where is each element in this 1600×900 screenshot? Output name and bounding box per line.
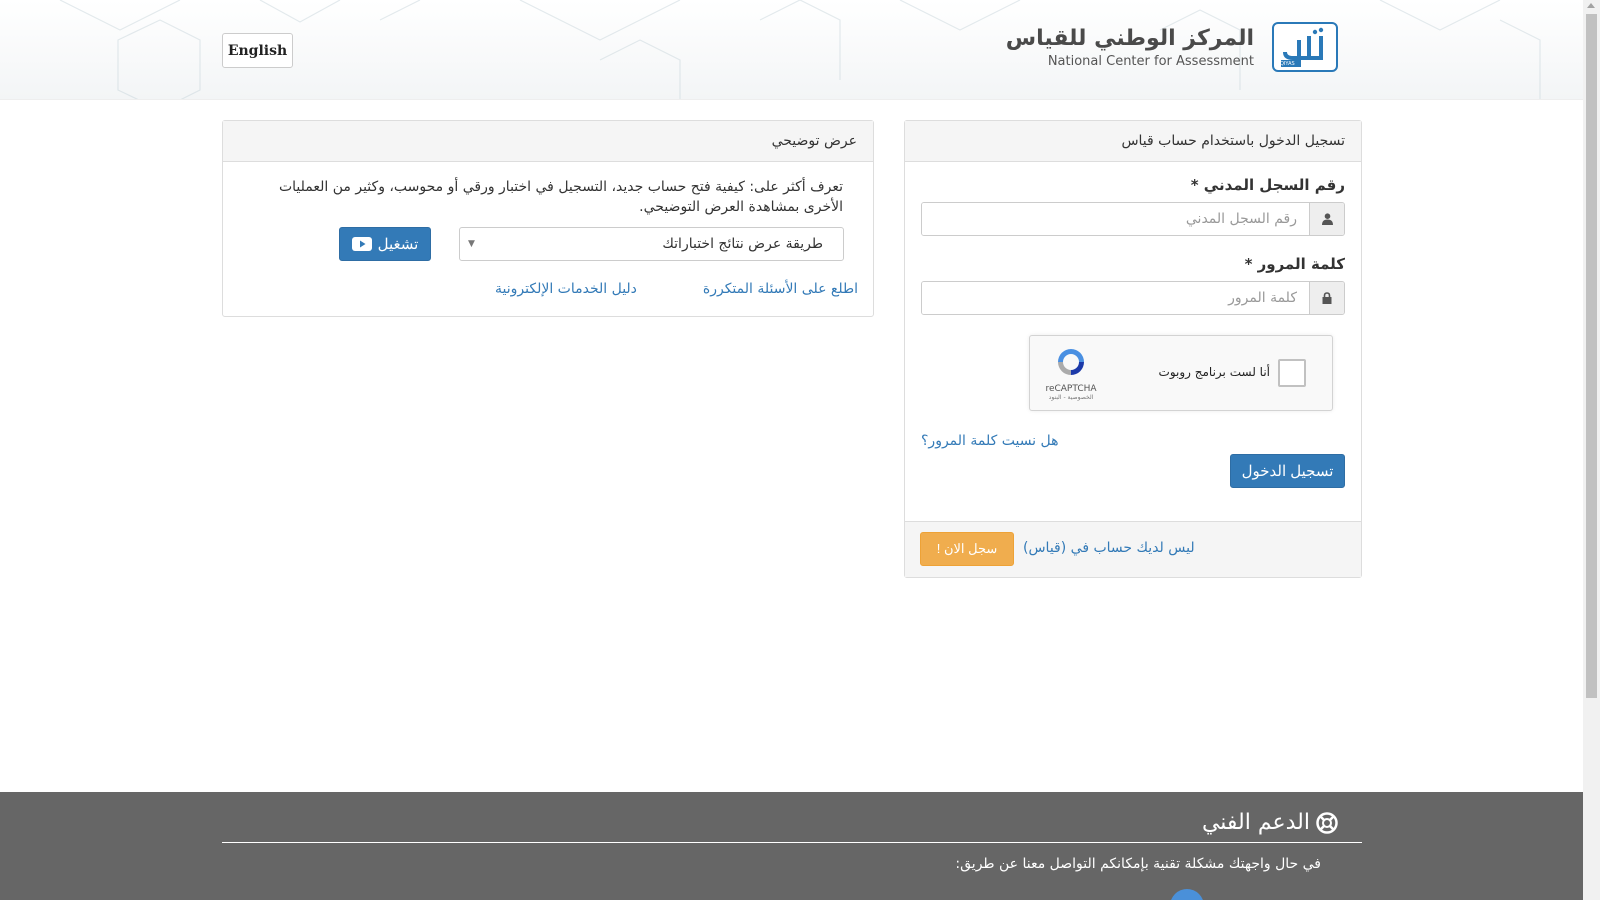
faq-link[interactable]: اطلع على الأسئلة المتكررة — [703, 281, 858, 297]
play-demo-button[interactable]: تشغيل — [339, 227, 431, 261]
support-title: الدعم الفني — [1202, 810, 1338, 835]
civil-id-group — [921, 202, 1345, 236]
recaptcha-checkbox[interactable] — [1278, 359, 1306, 387]
support-divider — [222, 842, 1362, 843]
page-header: English المركز الوطني للقياس National Ce… — [0, 0, 1583, 100]
demo-description: تعرف أكثر على: كيفية فتح حساب جديد، التس… — [278, 179, 843, 215]
logo-caption: QIYAS — [1280, 61, 1295, 67]
support-text: في حال واجهتك مشكلة تقنية بإمكانكم التوا… — [955, 856, 1321, 872]
globe-icon — [1170, 889, 1204, 900]
eservices-guide-link[interactable]: دليل الخدمات الإلكترونية — [495, 281, 637, 297]
demo-panel-title: عرض توضيحي — [223, 121, 873, 162]
user-icon — [1309, 203, 1344, 235]
register-button[interactable]: سجل الان ! — [920, 532, 1014, 566]
brand[interactable]: المركز الوطني للقياس National Center for… — [1006, 22, 1338, 72]
page-scrollbar[interactable] — [1583, 0, 1600, 900]
recaptcha-terms-link[interactable]: الخصوصية - البنود — [1040, 394, 1102, 401]
scroll-up-arrow-icon[interactable] — [1587, 3, 1595, 8]
language-toggle-button[interactable]: English — [222, 33, 293, 68]
lock-icon — [1309, 282, 1344, 314]
lifebuoy-icon — [1316, 811, 1338, 834]
password-label: كلمة المرور * — [1244, 255, 1345, 273]
login-panel: تسجيل الدخول باستخدام حساب قياس رقم السج… — [904, 120, 1362, 578]
brand-name-en: National Center for Assessment — [1047, 54, 1254, 69]
password-group — [921, 281, 1345, 315]
password-input[interactable] — [922, 282, 1309, 314]
chevron-down-icon: ▼ — [468, 239, 475, 249]
login-submit-button[interactable]: تسجيل الدخول — [1230, 454, 1345, 488]
brand-text: المركز الوطني للقياس National Center for… — [1006, 24, 1254, 70]
recaptcha-label: أنا لست برنامج روبوت — [1158, 365, 1270, 379]
recaptcha-logo: reCAPTCHA الخصوصية - البنود — [1040, 346, 1102, 401]
recaptcha-brand: reCAPTCHA — [1045, 384, 1097, 394]
no-account-text[interactable]: ليس لديك حساب في (قياس) — [1023, 540, 1195, 556]
recaptcha-icon — [1058, 349, 1084, 375]
demo-video-select-value: طريقة عرض نتائج اختباراتك — [662, 236, 823, 252]
forgot-password-link[interactable]: هل نسيت كلمة المرور؟ — [921, 433, 1059, 449]
support-title-text: الدعم الفني — [1201, 810, 1310, 835]
qiyas-logo: QIYAS — [1272, 22, 1338, 72]
civil-id-label: رقم السجل المدني * — [1190, 176, 1345, 194]
civil-id-input[interactable] — [922, 203, 1309, 235]
brand-name-ar: المركز الوطني للقياس — [1005, 26, 1254, 51]
register-section: سجل الان ! ليس لديك حساب في (قياس) — [905, 521, 1361, 577]
login-panel-title: تسجيل الدخول باستخدام حساب قياس — [905, 121, 1361, 162]
recaptcha-widget: أنا لست برنامج روبوت reCAPTCHA الخصوصية … — [1029, 335, 1333, 411]
demo-panel: عرض توضيحي تعرف أكثر على: كيفية فتح حساب… — [222, 120, 874, 317]
play-label: تشغيل — [377, 236, 419, 253]
support-footer: الدعم الفني في حال واجهتك مشكلة تقنية بإ… — [0, 792, 1583, 900]
youtube-play-icon — [351, 237, 372, 251]
scrollbar-thumb[interactable] — [1586, 14, 1597, 698]
demo-video-select[interactable]: طريقة عرض نتائج اختباراتك ▼ — [459, 227, 844, 261]
